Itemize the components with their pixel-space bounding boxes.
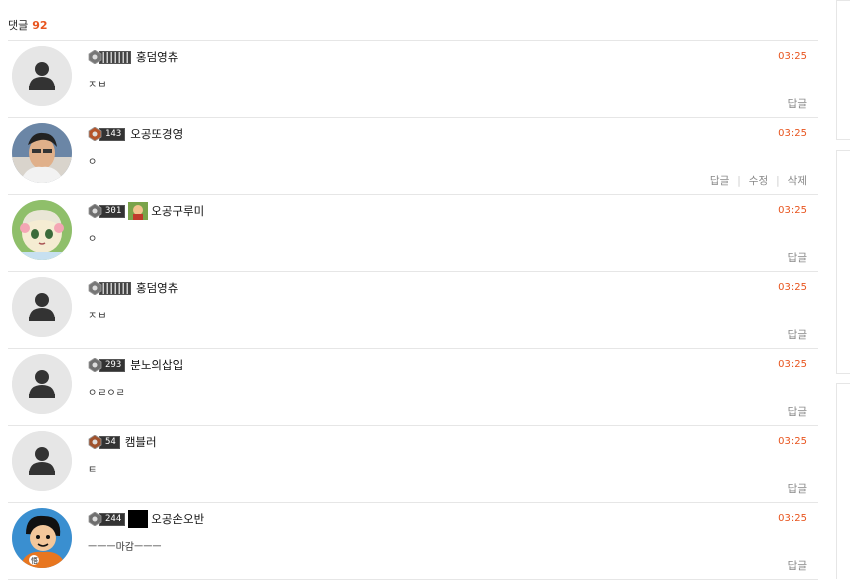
level-badge — [88, 50, 131, 65]
comment-actions: 답글 — [788, 404, 807, 419]
comment-meta: 홍덤영츄 — [88, 279, 178, 297]
comment-text: ㅇ — [88, 234, 98, 245]
user-avatar[interactable] — [12, 354, 72, 414]
comment-meta: 홍덤영츄 — [88, 48, 178, 66]
level-number: 54 — [99, 435, 120, 449]
nickname-link[interactable]: 오공손오반 — [151, 511, 204, 527]
level-badge — [88, 281, 131, 296]
comment-meta: 293 분노의삽입 — [88, 356, 183, 374]
comment-time: 03:25 — [778, 359, 807, 370]
comment-actions: 답글 — [788, 481, 807, 496]
comment-row: 293 분노의삽입 03:25 ㅇㄹㅇㄹ 답글 — [8, 349, 818, 426]
side-panel-3 — [836, 383, 850, 579]
rank-gem-icon — [88, 50, 102, 64]
level-badge: 301 — [88, 204, 126, 219]
comment-row: 홍덤영츄 03:25 ㅈㅂ 답글 — [8, 41, 818, 118]
comment-time: 03:25 — [778, 128, 807, 139]
user-avatar[interactable] — [12, 123, 72, 183]
rank-gem-icon — [88, 204, 102, 218]
comment-time: 03:25 — [778, 436, 807, 447]
comment-text: ㅇ — [88, 157, 98, 168]
comment-row: 301 오공구루미 03:25 ㅇ 답글 — [8, 195, 818, 272]
comment-list: 홍덤영츄 03:25 ㅈㅂ 답글 143 오공또경영 03:25 ㅇ 답글 | 수정 | 삭제 301 오공… — [8, 40, 818, 580]
level-number: 293 — [99, 358, 126, 372]
reply-button[interactable]: 답글 — [788, 327, 807, 342]
rank-gem-icon — [88, 435, 102, 449]
comment-meta: 301 오공구루미 — [88, 202, 204, 220]
comment-time: 03:25 — [778, 282, 807, 293]
comment-row: 홍덤영츄 03:25 ㅈㅂ 답글 — [8, 272, 818, 349]
user-avatar[interactable] — [12, 46, 72, 106]
nickname-link[interactable]: 오공구루미 — [151, 203, 204, 219]
level-number: 143 — [99, 127, 126, 141]
level-badge: 54 — [88, 435, 120, 450]
level-number: 301 — [99, 204, 126, 218]
black-square-icon — [128, 510, 149, 528]
rank-gem-icon — [88, 512, 102, 526]
comment-row: 54 캠블러 03:25 ㅌ 답글 — [8, 426, 818, 503]
level-number: 244 — [99, 512, 126, 526]
nickname-link[interactable]: 캠블러 — [125, 434, 157, 450]
comment-meta: 54 캠블러 — [88, 433, 157, 451]
game-character-icon — [128, 202, 149, 220]
nickname-link[interactable]: 분노의삽입 — [130, 357, 183, 373]
delete-button[interactable]: 삭제 — [788, 173, 807, 188]
edit-button[interactable]: 수정 — [749, 173, 768, 188]
comment-actions: 답글 — [788, 250, 807, 265]
user-avatar[interactable] — [12, 431, 72, 491]
action-separator: | — [737, 174, 741, 187]
comment-meta: 244 오공손오반 — [88, 510, 204, 528]
rank-gem-icon — [88, 127, 102, 141]
rank-gem-icon — [88, 281, 102, 295]
comment-header: 댓글 92 — [8, 17, 48, 33]
comment-actions: 답글 | 수정 | 삭제 — [710, 173, 807, 188]
reply-button[interactable]: 답글 — [710, 173, 729, 188]
user-avatar[interactable]: 悟 — [12, 508, 72, 568]
rank-gem-icon — [88, 358, 102, 372]
side-panel-1 — [836, 0, 850, 140]
comment-actions: 답글 — [788, 558, 807, 573]
level-number — [99, 281, 131, 295]
level-number — [99, 50, 131, 64]
comment-text: ㅌ — [88, 465, 98, 476]
comment-time: 03:25 — [778, 205, 807, 216]
comment-actions: 답글 — [788, 327, 807, 342]
nickname-link[interactable]: 오공또경영 — [130, 126, 183, 142]
comment-meta: 143 오공또경영 — [88, 125, 183, 143]
reply-button[interactable]: 답글 — [788, 404, 807, 419]
comment-label: 댓글 — [8, 19, 29, 32]
comment-text: ㅇㄹㅇㄹ — [88, 388, 125, 399]
reply-button[interactable]: 답글 — [788, 481, 807, 496]
level-badge: 244 — [88, 512, 126, 527]
comment-text: ㅈㅂ — [88, 80, 107, 91]
comment-row: 悟 244 오공손오반 03:25 ㅡㅡㅡ마감ㅡㅡㅡ 답글 — [8, 503, 818, 580]
comment-time: 03:25 — [778, 513, 807, 524]
side-panel-2 — [836, 150, 850, 374]
nickname-link[interactable]: 홍덤영츄 — [136, 49, 178, 65]
comment-count: 92 — [32, 19, 48, 32]
reply-button[interactable]: 답글 — [788, 96, 807, 111]
level-badge: 143 — [88, 127, 126, 142]
comment-text: ㅡㅡㅡ마감ㅡㅡㅡ — [88, 542, 162, 553]
comment-actions: 답글 — [788, 96, 807, 111]
action-separator: | — [776, 174, 780, 187]
comment-text: ㅈㅂ — [88, 311, 107, 322]
nickname-link[interactable]: 홍덤영츄 — [136, 280, 178, 296]
reply-button[interactable]: 답글 — [788, 250, 807, 265]
comment-time: 03:25 — [778, 51, 807, 62]
user-avatar[interactable] — [12, 277, 72, 337]
comment-row: 143 오공또경영 03:25 ㅇ 답글 | 수정 | 삭제 — [8, 118, 818, 195]
user-avatar[interactable] — [12, 200, 72, 260]
svg-text:悟: 悟 — [31, 556, 38, 565]
level-badge: 293 — [88, 358, 126, 373]
reply-button[interactable]: 답글 — [788, 558, 807, 573]
